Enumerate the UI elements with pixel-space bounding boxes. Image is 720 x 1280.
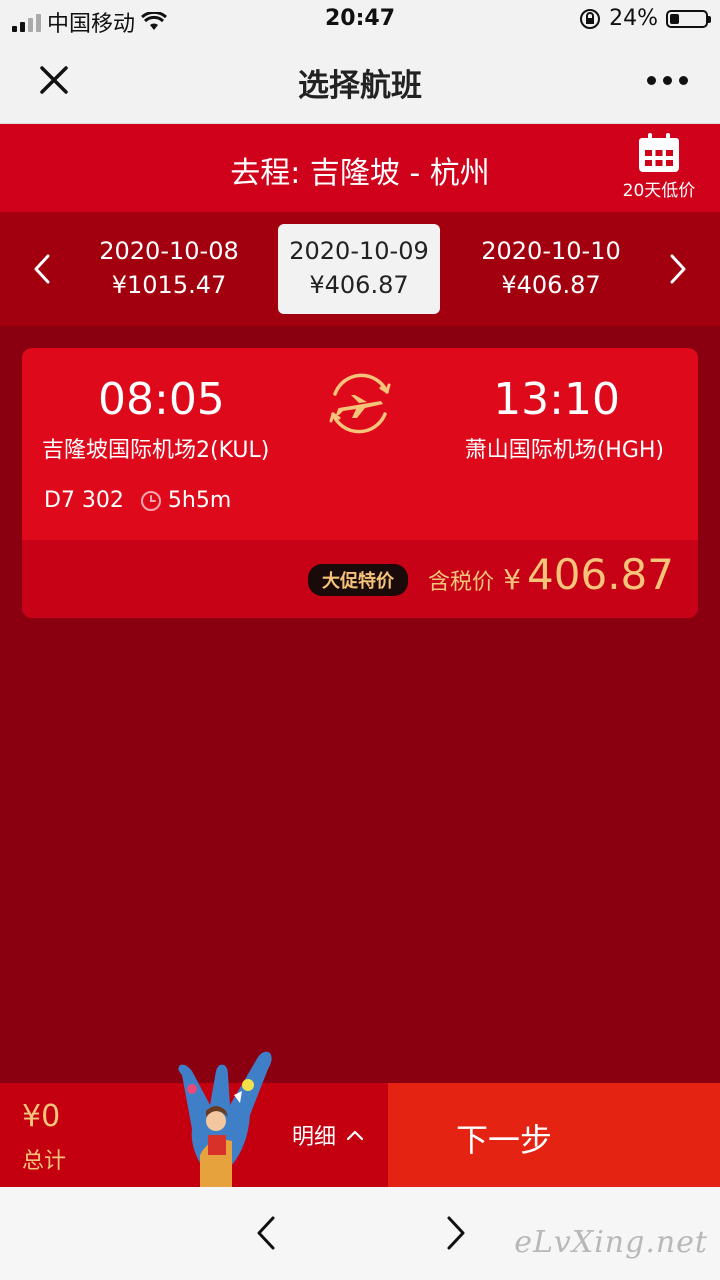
date-option[interactable]: 2020-10-08 ¥1015.47 xyxy=(88,224,250,314)
more-icon[interactable] xyxy=(647,76,688,85)
flight-number: D7 302 xyxy=(44,488,124,513)
checkout-footer: ¥0 总计 明细 下一步 xyxy=(0,1083,720,1187)
price-value: 406.87 xyxy=(527,550,674,599)
arrival-time: 13:10 xyxy=(493,374,620,425)
battery-icon xyxy=(666,9,711,28)
total-price: ¥0 xyxy=(22,1099,61,1134)
tax-included-label: 含税价 xyxy=(428,570,495,595)
chevron-up-icon xyxy=(346,1130,364,1141)
orientation-lock-icon xyxy=(580,8,601,29)
low-price-calendar-button[interactable]: 20天低价 xyxy=(618,132,700,201)
date-option-price: ¥406.87 xyxy=(309,271,409,299)
browser-toolbar: eLvXing.net xyxy=(0,1187,720,1280)
flight-duration: 5h5m xyxy=(167,488,232,513)
departure-airport: 吉隆坡国际机场2(KUL) xyxy=(42,438,270,463)
arrival-airport: 萧山国际机场(HGH) xyxy=(464,438,664,463)
next-step-button[interactable]: 下一步 xyxy=(388,1083,720,1187)
airplane-icon xyxy=(329,373,391,434)
flight-price: ¥406.87 xyxy=(503,550,674,599)
date-option[interactable]: 2020-10-10 ¥406.87 xyxy=(470,224,632,314)
mascot-hand-illustration xyxy=(178,1051,272,1187)
back-arrow-icon[interactable] xyxy=(256,1215,276,1251)
date-selector: 2020-10-08 ¥1015.47 2020-10-09 ¥406.87 2… xyxy=(0,212,720,326)
detail-label: 明细 xyxy=(292,1125,337,1150)
chevron-right-icon[interactable] xyxy=(668,252,688,286)
date-option-price: ¥406.87 xyxy=(501,271,601,299)
forward-arrow-icon[interactable] xyxy=(446,1215,466,1251)
date-option-price: ¥1015.47 xyxy=(111,271,227,299)
battery-percent: 24% xyxy=(609,6,658,31)
currency-symbol: ¥ xyxy=(503,563,522,596)
status-bar: 中国移动 20:47 24% xyxy=(0,0,720,40)
chevron-left-icon[interactable] xyxy=(32,252,52,286)
date-option-date: 2020-10-10 xyxy=(481,237,621,265)
departure-time: 08:05 xyxy=(98,374,225,425)
watermark-text: eLvXing.net xyxy=(514,1225,708,1260)
clock-icon xyxy=(140,490,161,511)
price-detail-button[interactable]: 明细 xyxy=(292,1119,364,1151)
date-option-selected[interactable]: 2020-10-09 ¥406.87 xyxy=(278,224,440,314)
flight-card[interactable]: 08:05 吉隆坡国际机场2(KUL) 13:10 萧山国际机场(HGH) D7… xyxy=(22,348,698,618)
route-title: 去程: 吉隆坡 - 杭州 xyxy=(230,156,490,191)
nav-bar: 选择航班 xyxy=(0,40,720,124)
promo-badge: 大促特价 xyxy=(308,564,408,596)
date-option-date: 2020-10-08 xyxy=(99,237,239,265)
date-option-date: 2020-10-09 xyxy=(289,237,429,265)
calendar-icon xyxy=(639,133,679,172)
page-title: 选择航班 xyxy=(298,68,422,104)
total-label: 总计 xyxy=(22,1149,67,1174)
calendar-label: 20天低价 xyxy=(622,181,696,201)
route-header: 去程: 吉隆坡 - 杭州 20天低价 xyxy=(0,124,720,212)
